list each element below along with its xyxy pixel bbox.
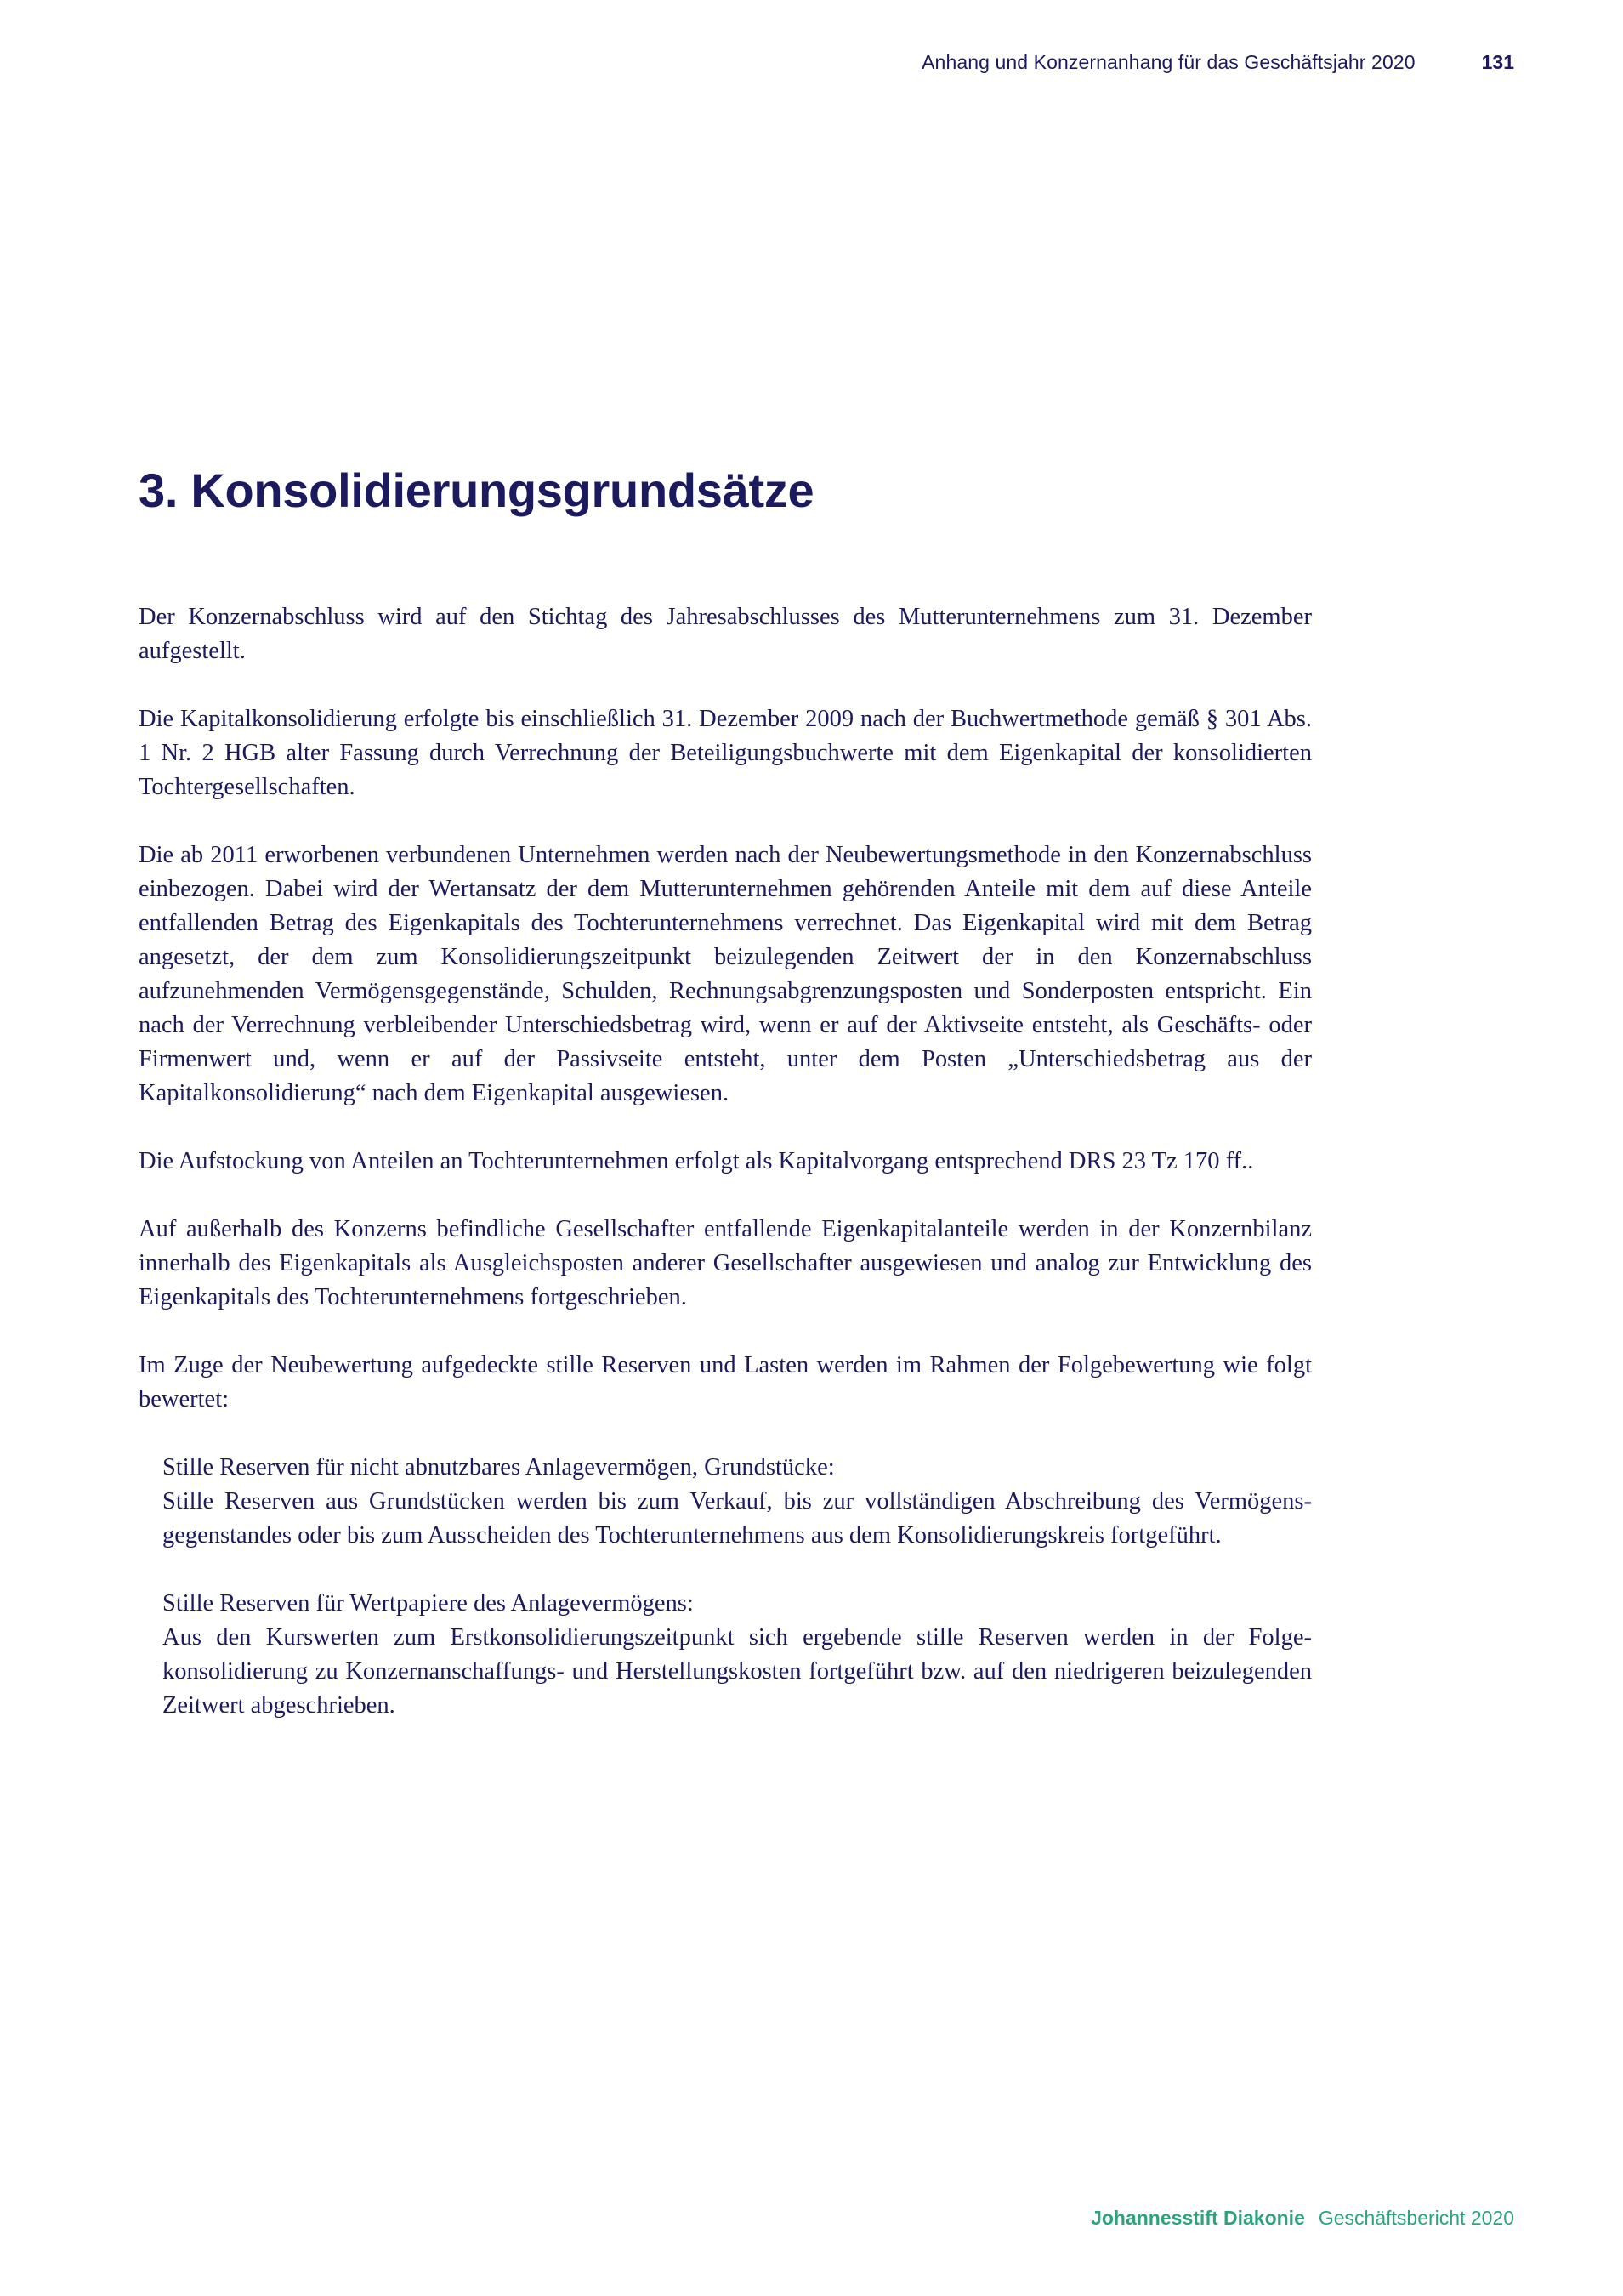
footer-report-title: Geschäftsbericht 2020 — [1318, 2206, 1514, 2229]
sub-block-text: Aus den Kurswerten zum Erstkonsolidierun… — [162, 1624, 1312, 1719]
sub-block-land: Stille Reserven für nicht abnutzbares An… — [162, 1451, 1312, 1553]
header-title: Anhang und Konzernanhang für das Geschäf… — [922, 50, 1416, 73]
sub-block-text: Stille Reserven aus Grundstücken werden … — [162, 1488, 1312, 1549]
page-footer: Johannesstift Diakonie Geschäftsbericht … — [1091, 2204, 1514, 2231]
paragraph-share-increase: Die Aufstockung von Anteilen an Tochteru… — [139, 1148, 1254, 1174]
body-text: Der Konzernabschluss wird auf den Sticht… — [139, 600, 1312, 1757]
section-heading: 3. Konsolidierungsgrundsätze — [139, 463, 814, 517]
sub-block-heading: Stille Reserven für nicht abnutzbares An… — [162, 1454, 835, 1480]
sub-block-securities: Stille Reserven für Wertpapiere des Anla… — [162, 1587, 1312, 1723]
running-header: Anhang und Konzernanhang für das Geschäf… — [922, 49, 1514, 75]
sub-block-heading: Stille Reserven für Wertpapiere des Anla… — [162, 1590, 694, 1617]
page-number: 131 — [1481, 50, 1514, 73]
footer-organization: Johannesstift Diakonie — [1091, 2206, 1305, 2229]
paragraph-reporting-date: Der Konzernabschluss wird auf den Sticht… — [139, 604, 1312, 664]
paragraph-capital-consolidation: Die Kapitalkonsolidierung erfolgte bis e… — [139, 706, 1312, 800]
paragraph-minority-interests: Auf außerhalb des Konzerns befindliche G… — [139, 1216, 1312, 1310]
paragraph-hidden-reserves-intro: Im Zuge der Neubewertung aufgedeckte sti… — [139, 1352, 1312, 1412]
paragraph-revaluation-method: Die ab 2011 erworbenen verbundenen Unter… — [139, 842, 1312, 1106]
